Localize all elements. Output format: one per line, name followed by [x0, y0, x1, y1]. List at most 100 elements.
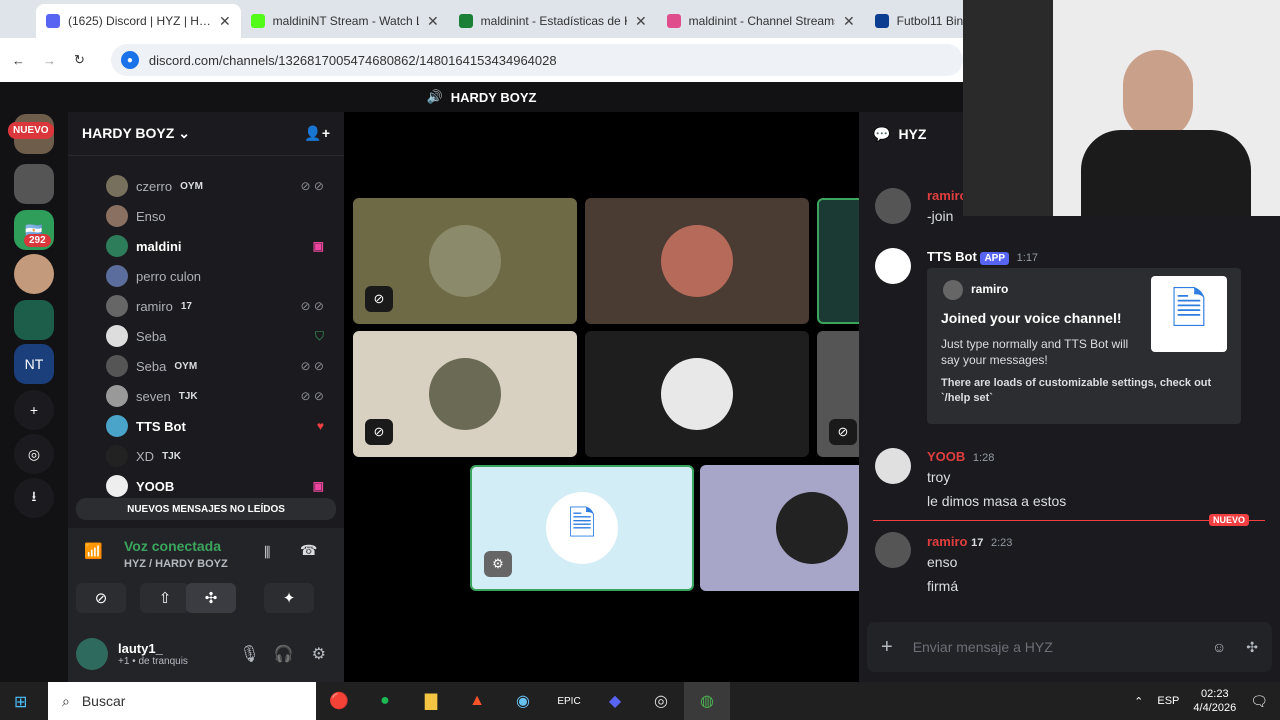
discover-icon[interactable]: ◎ — [14, 434, 54, 474]
video-tile[interactable] — [585, 198, 809, 324]
taskbar-search[interactable]: ⌕ Buscar — [48, 682, 316, 720]
mute-icon: ⊘ ⊘ — [300, 299, 324, 313]
avatar[interactable] — [875, 448, 911, 484]
close-tab-icon[interactable]: ✕ — [635, 13, 647, 30]
message-text: enso — [927, 554, 958, 570]
browser-tab[interactable]: maldinint - Estadísticas de K… ✕ — [449, 4, 657, 38]
mic-icon[interactable]: 🎙 — [239, 644, 259, 664]
message-text: -join — [927, 208, 954, 224]
voice-user[interactable]: Seba OYM ⊘ ⊘ — [106, 352, 332, 380]
voice-user[interactable]: ramiro 17 ⊘ ⊘ — [106, 292, 332, 320]
clock[interactable]: 02:23 4/4/2026 — [1193, 687, 1236, 715]
close-tab-icon[interactable]: ✕ — [843, 13, 855, 30]
tab-title: maldinint - Channel Streams… — [688, 14, 835, 28]
video-tile[interactable] — [700, 465, 859, 591]
chevron-up-icon[interactable]: ⌃ — [1134, 695, 1143, 708]
apps-icon[interactable]: ✣ — [1246, 639, 1258, 656]
message-author[interactable]: TTS Bot — [927, 249, 977, 264]
message-author[interactable]: ramiro — [927, 534, 967, 549]
browser-tab[interactable]: maldiniNT Stream - Watch L… ✕ — [241, 4, 449, 38]
search-icon: ⌕ — [62, 692, 70, 709]
forward-icon[interactable]: → — [43, 53, 56, 68]
gear-icon[interactable]: ⚙ — [312, 644, 326, 664]
voice-user[interactable]: YOOB ▣ — [106, 472, 332, 500]
message-text: troy — [927, 469, 951, 485]
discord-icon[interactable]: ◆ — [592, 682, 638, 720]
message-time: 1:28 — [972, 452, 995, 464]
taskbar: ⊞ ⌕ Buscar 🔴 ● ▇ ▲ ◉ EPIC ◆ ◎ ◍ ⌃ ESP 02… — [0, 682, 1280, 720]
voice-user[interactable]: maldini ▣ — [106, 232, 332, 260]
avatar[interactable] — [76, 638, 108, 670]
avatar[interactable] — [875, 248, 911, 284]
voice-user[interactable]: Enso — [106, 202, 332, 230]
browser-tab[interactable]: (1625) Discord | HYZ | H… ✕ — [36, 4, 241, 38]
plus-icon[interactable]: + — [881, 636, 893, 659]
avatar[interactable] — [875, 188, 911, 224]
screen-share-button[interactable]: ⇧ — [140, 583, 190, 613]
voice-user-name: TTS Bot — [136, 418, 186, 434]
tab-favicon-icon — [874, 14, 889, 28]
document-icon: 🗎 — [1151, 276, 1227, 352]
user-tag: 17 — [180, 300, 192, 312]
epic-games-icon[interactable]: EPIC — [546, 682, 592, 720]
video-tile[interactable] — [585, 331, 809, 457]
mic-icon[interactable]: ● — [120, 51, 139, 69]
voice-user-name: seven — [136, 388, 171, 404]
message-input[interactable]: + Enviar mensaje a HYZ ☺ ✣ — [867, 622, 1272, 672]
voice-user[interactable]: TTS Bot ♥ — [106, 412, 332, 440]
activities-button[interactable]: ✣ — [186, 583, 236, 613]
unread-banner[interactable]: NUEVOS MENSAJES NO LEÍDOS — [76, 498, 336, 520]
video-tile-tts[interactable]: 🗎 ⚙ — [470, 465, 694, 591]
server-header[interactable]: HARDY BOYZ ⌄ 👤+ — [68, 112, 344, 156]
message-author[interactable]: ramiro — [927, 188, 967, 203]
camera-button[interactable]: ⊘ — [76, 583, 126, 613]
server-icon[interactable]: NT — [14, 344, 54, 384]
folder-icon[interactable]: ▇ — [408, 682, 454, 720]
server-icon[interactable] — [14, 300, 54, 340]
soundboard-button[interactable]: ✦ — [264, 583, 314, 613]
avatar — [106, 325, 128, 347]
notification-icon[interactable]: 🗨 — [1250, 693, 1268, 710]
voice-status[interactable]: Voz conectada — [124, 538, 221, 554]
browser-tab[interactable]: maldinint - Channel Streams… ✕ — [657, 4, 865, 38]
windows-icon[interactable]: ⊞ — [14, 692, 27, 712]
shield-icon: ⛉ — [314, 328, 324, 343]
avatar[interactable] — [875, 532, 911, 568]
video-tile[interactable]: ⊘ — [817, 331, 859, 457]
video-tile[interactable]: ⊘ — [353, 331, 577, 457]
server-icon[interactable] — [14, 254, 54, 294]
voice-user[interactable]: czerro OYM ⊘ ⊘ — [106, 172, 332, 200]
message-author[interactable]: YOOB — [927, 449, 965, 464]
message-author-row: YOOB 1:28 — [927, 449, 994, 464]
add-server-icon[interactable]: + — [14, 390, 54, 430]
language-indicator[interactable]: ESP — [1157, 695, 1179, 707]
back-icon[interactable]: ← — [12, 53, 25, 68]
reload-icon[interactable]: ↻ — [74, 52, 85, 68]
app-icon[interactable]: 🔴 — [316, 682, 362, 720]
emoji-icon[interactable]: ☺ — [1212, 639, 1226, 655]
voice-user[interactable]: XD TJK — [106, 442, 332, 470]
tab-title: (1625) Discord | HYZ | H… — [68, 14, 211, 28]
soundboard-icon[interactable]: ⫼ — [264, 544, 270, 561]
url-field[interactable]: ● discord.com/channels/13268170054746808… — [110, 44, 963, 76]
embed-card: ramiro Joined your voice channel! Just t… — [927, 268, 1241, 424]
disconnect-icon[interactable]: ☎ — [300, 542, 317, 559]
video-tile[interactable] — [817, 198, 859, 324]
steam-icon[interactable]: ◉ — [500, 682, 546, 720]
voice-user[interactable]: seven TJK ⊘ ⊘ — [106, 382, 332, 410]
close-tab-icon[interactable]: ✕ — [427, 13, 439, 30]
chrome-icon[interactable]: ◍ — [684, 682, 730, 720]
close-tab-icon[interactable]: ✕ — [219, 13, 231, 30]
my-status: +1 • de tranquis — [118, 656, 188, 667]
server-icon[interactable] — [14, 164, 54, 204]
obs-icon[interactable]: ◎ — [638, 682, 684, 720]
spotify-icon[interactable]: ● — [362, 682, 408, 720]
embed-author: ramiro — [971, 282, 1009, 296]
voice-user[interactable]: Seba ⛉ — [106, 322, 332, 350]
video-tile[interactable]: ⊘ — [353, 198, 577, 324]
headphones-icon[interactable]: 🎧 — [274, 644, 294, 664]
voice-user[interactable]: perro culon — [106, 262, 332, 290]
add-member-icon[interactable]: 👤+ — [304, 125, 330, 142]
download-icon[interactable]: ⭳ — [14, 478, 54, 518]
brave-icon[interactable]: ▲ — [454, 682, 500, 720]
